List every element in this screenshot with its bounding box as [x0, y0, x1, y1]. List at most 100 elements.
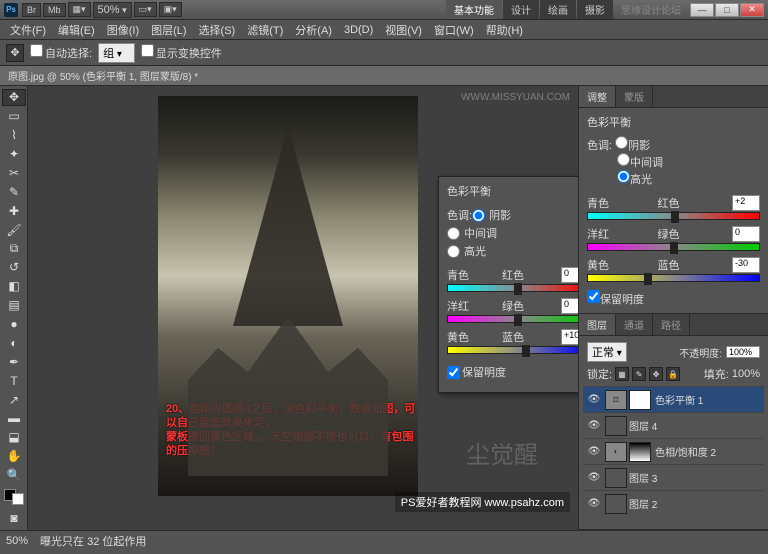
layer-row[interactable]: 👁 ◐ 色相/饱和度 2 [583, 438, 764, 464]
blend-mode-dropdown[interactable]: 正常 ▾ [587, 342, 627, 362]
layer-row[interactable]: 👁 图层 2 [583, 490, 764, 516]
adjustments-tab[interactable]: 调整 [579, 86, 616, 107]
opacity-value[interactable]: 100% [726, 346, 760, 358]
zoom-dropdown[interactable]: 50% ▾ [93, 2, 132, 18]
wand-tool[interactable]: ✦ [2, 146, 26, 163]
close-button[interactable]: ✕ [740, 3, 764, 17]
menu-view[interactable]: 视图(V) [379, 20, 428, 40]
layers-tab[interactable]: 图层 [579, 314, 616, 335]
magenta-green-value[interactable]: 0 [561, 298, 578, 314]
eyedropper-tool[interactable]: ✎ [2, 183, 26, 200]
adj-highlights-radio[interactable] [617, 170, 630, 183]
channels-tab[interactable]: 通道 [616, 314, 653, 335]
menu-edit[interactable]: 编辑(E) [52, 20, 101, 40]
tone-highlights-radio[interactable] [447, 245, 460, 258]
adj-shadows-radio[interactable] [615, 136, 628, 149]
auto-select-checkbox[interactable]: 自动选择: [30, 44, 92, 61]
pen-tool[interactable]: ✒ [2, 353, 26, 370]
path-tool[interactable]: ↗ [2, 391, 26, 408]
history-brush-tool[interactable]: ↺ [2, 259, 26, 276]
menu-window[interactable]: 窗口(W) [428, 20, 480, 40]
workspace-tab-essentials[interactable]: 基本功能 [446, 0, 502, 19]
paths-tab[interactable]: 路径 [653, 314, 690, 335]
visibility-icon[interactable]: 👁 [587, 394, 601, 405]
menu-filter[interactable]: 滤镜(T) [241, 20, 289, 40]
crop-tool[interactable]: ✂ [2, 165, 26, 182]
lock-position-icon[interactable]: ✥ [649, 367, 663, 381]
visibility-icon[interactable]: 👁 [587, 446, 601, 457]
tone-midtones-radio[interactable] [447, 227, 460, 240]
lock-transparency-icon[interactable]: ▦ [615, 367, 629, 381]
3d-tool[interactable]: ⬓ [2, 429, 26, 446]
masks-tab[interactable]: 蒙版 [616, 86, 653, 107]
blur-tool[interactable]: ● [2, 316, 26, 333]
adj-cyan-red-value[interactable]: +2 [732, 195, 760, 211]
color-balance-dialog[interactable]: 色彩平衡 色调: 阴影 中间调 高光 青色红色0 洋红绿色0 黄色蓝色+10 [438, 176, 578, 393]
adj-cyan-red-slider[interactable] [587, 212, 760, 220]
preserve-luminosity-checkbox[interactable] [447, 366, 460, 379]
menu-layer[interactable]: 图层(L) [145, 20, 192, 40]
menu-3d[interactable]: 3D(D) [338, 22, 379, 38]
hand-tool[interactable]: ✋ [2, 448, 26, 465]
shape-tool[interactable]: ▬ [2, 410, 26, 427]
status-zoom[interactable]: 50% [6, 535, 28, 547]
workspace-tab-photography[interactable]: 摄影 [577, 0, 613, 19]
gradient-tool[interactable]: ▤ [2, 297, 26, 314]
layer-row[interactable]: 👁 图层 3 [583, 464, 764, 490]
menu-help[interactable]: 帮助(H) [480, 20, 529, 40]
menu-select[interactable]: 选择(S) [193, 20, 242, 40]
yellow-blue-slider[interactable] [447, 346, 578, 354]
marquee-tool[interactable]: ▭ [2, 108, 26, 125]
layer-row[interactable]: 👁 ⚖ 色彩平衡 1 [583, 386, 764, 412]
screen-mode-button[interactable]: ▣▾ [159, 2, 182, 17]
visibility-icon[interactable]: 👁 [587, 420, 601, 431]
show-transform-checkbox[interactable]: 显示变换控件 [141, 44, 222, 61]
lasso-tool[interactable]: ⌇ [2, 127, 26, 144]
maximize-button[interactable]: □ [715, 3, 739, 17]
brush-tool[interactable]: 🖌 [2, 221, 26, 238]
minibridge-button[interactable]: Mb [43, 3, 66, 17]
workspace-tab-design[interactable]: 设计 [503, 0, 539, 19]
layer-mask[interactable] [629, 442, 651, 462]
adj-magenta-green-value[interactable]: 0 [732, 226, 760, 242]
menu-image[interactable]: 图像(I) [101, 20, 145, 40]
type-tool[interactable]: T [2, 372, 26, 389]
cyan-red-slider[interactable] [447, 284, 578, 292]
tone-shadows-radio[interactable] [472, 209, 485, 222]
workspace-tab-painting[interactable]: 绘画 [540, 0, 576, 19]
adj-magenta-green-slider[interactable] [587, 243, 760, 251]
lock-all-icon[interactable]: 🔒 [666, 367, 680, 381]
arrange-button[interactable]: ▭▾ [134, 2, 157, 17]
stamp-tool[interactable]: ⧉ [2, 240, 26, 257]
heal-tool[interactable]: ✚ [2, 202, 26, 219]
fill-value[interactable]: 100% [732, 368, 760, 380]
move-tool[interactable]: ✥ [2, 89, 26, 106]
eraser-tool[interactable]: ◧ [2, 278, 26, 295]
adj-yellow-blue-value[interactable]: -30 [732, 257, 760, 273]
visibility-icon[interactable]: 👁 [587, 472, 601, 483]
document-tab[interactable]: 原图.jpg @ 50% (色彩平衡 1, 图层蒙版/8) * [0, 66, 768, 86]
menu-bar: 文件(F) 编辑(E) 图像(I) 图层(L) 选择(S) 滤镜(T) 分析(A… [0, 20, 768, 40]
quickmask-tool[interactable]: ◙ [2, 510, 26, 527]
magenta-green-slider[interactable] [447, 315, 578, 323]
adj-midtones-radio[interactable] [617, 153, 630, 166]
dodge-tool[interactable]: ◐ [2, 335, 26, 352]
canvas-area[interactable]: 20、盖印为图层4之后，加色彩平衡，数值如图，可以自己看图效果来定， 蒙板擦回黑… [28, 86, 578, 530]
layer-name: 图层 4 [629, 418, 657, 433]
visibility-icon[interactable]: 👁 [587, 498, 601, 509]
layer-row[interactable]: 👁 图层 4 [583, 412, 764, 438]
yellow-blue-value[interactable]: +10 [561, 329, 578, 345]
menu-analysis[interactable]: 分析(A) [289, 20, 338, 40]
adj-yellow-blue-slider[interactable] [587, 274, 760, 282]
bridge-button[interactable]: Br [22, 3, 41, 17]
lock-pixels-icon[interactable]: ✎ [632, 367, 646, 381]
layer-mask[interactable] [629, 390, 651, 410]
menu-file[interactable]: 文件(F) [4, 20, 52, 40]
cyan-red-value[interactable]: 0 [561, 267, 578, 283]
auto-select-dropdown[interactable]: 组 ▾ [98, 43, 135, 63]
minimize-button[interactable]: — [690, 3, 714, 17]
zoom-tool[interactable]: 🔍 [2, 467, 26, 484]
color-swatch[interactable] [4, 489, 24, 506]
adj-preserve-checkbox[interactable] [587, 290, 600, 303]
view-extras-button[interactable]: ▦▾ [68, 2, 91, 17]
